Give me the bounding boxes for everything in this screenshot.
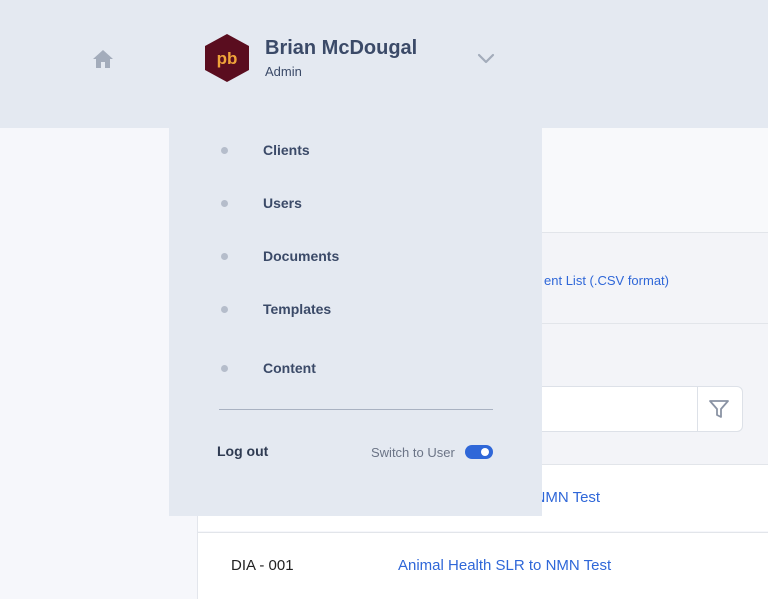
filter-icon[interactable] — [708, 398, 730, 420]
user-name: Brian McDougal — [265, 37, 418, 59]
menu-divider — [219, 409, 493, 410]
bullet-icon — [221, 306, 228, 313]
home-icon[interactable] — [92, 48, 114, 70]
menu-item-documents[interactable]: Documents — [169, 242, 542, 272]
bullet-icon — [221, 147, 228, 154]
bullet-icon — [221, 200, 228, 207]
switch-to-user-toggle[interactable] — [465, 445, 493, 459]
avatar-initials: pb — [217, 49, 238, 68]
menu-item-clients[interactable]: Clients — [169, 136, 542, 166]
user-role: Admin — [265, 64, 302, 79]
menu-item-label[interactable]: Content — [263, 360, 316, 376]
table-row[interactable]: DIA - 001 Animal Health SLR to NMN Test — [198, 532, 768, 599]
logout-button[interactable]: Log out — [217, 443, 268, 459]
switch-to-user-label: Switch to User — [371, 445, 455, 460]
menu-item-label[interactable]: Documents — [263, 248, 339, 264]
download-csv-link-label[interactable]: ent List (.CSV format) — [544, 273, 669, 288]
filter-divider — [697, 387, 698, 431]
avatar[interactable]: pb — [202, 32, 252, 84]
toggle-knob — [481, 448, 489, 456]
bullet-icon — [221, 365, 228, 372]
search-filter-box[interactable] — [528, 386, 743, 432]
user-dropdown-menu: Clients Users Documents Templates Conten… — [169, 128, 542, 516]
menu-item-label[interactable]: Users — [263, 195, 302, 211]
row-code: DIA - 001 — [231, 557, 294, 574]
chevron-down-icon[interactable] — [476, 48, 496, 68]
menu-item-label[interactable]: Clients — [263, 142, 310, 158]
bullet-icon — [221, 253, 228, 260]
menu-item-label[interactable]: Templates — [263, 301, 331, 317]
menu-item-users[interactable]: Users — [169, 189, 542, 219]
row-name-link[interactable]: Animal Health SLR to NMN Test — [398, 557, 611, 574]
left-panel — [0, 128, 197, 599]
menu-item-content[interactable]: Content — [169, 354, 542, 384]
menu-item-templates[interactable]: Templates — [169, 295, 542, 325]
top-bar: pb Brian McDougal Admin — [0, 0, 768, 128]
